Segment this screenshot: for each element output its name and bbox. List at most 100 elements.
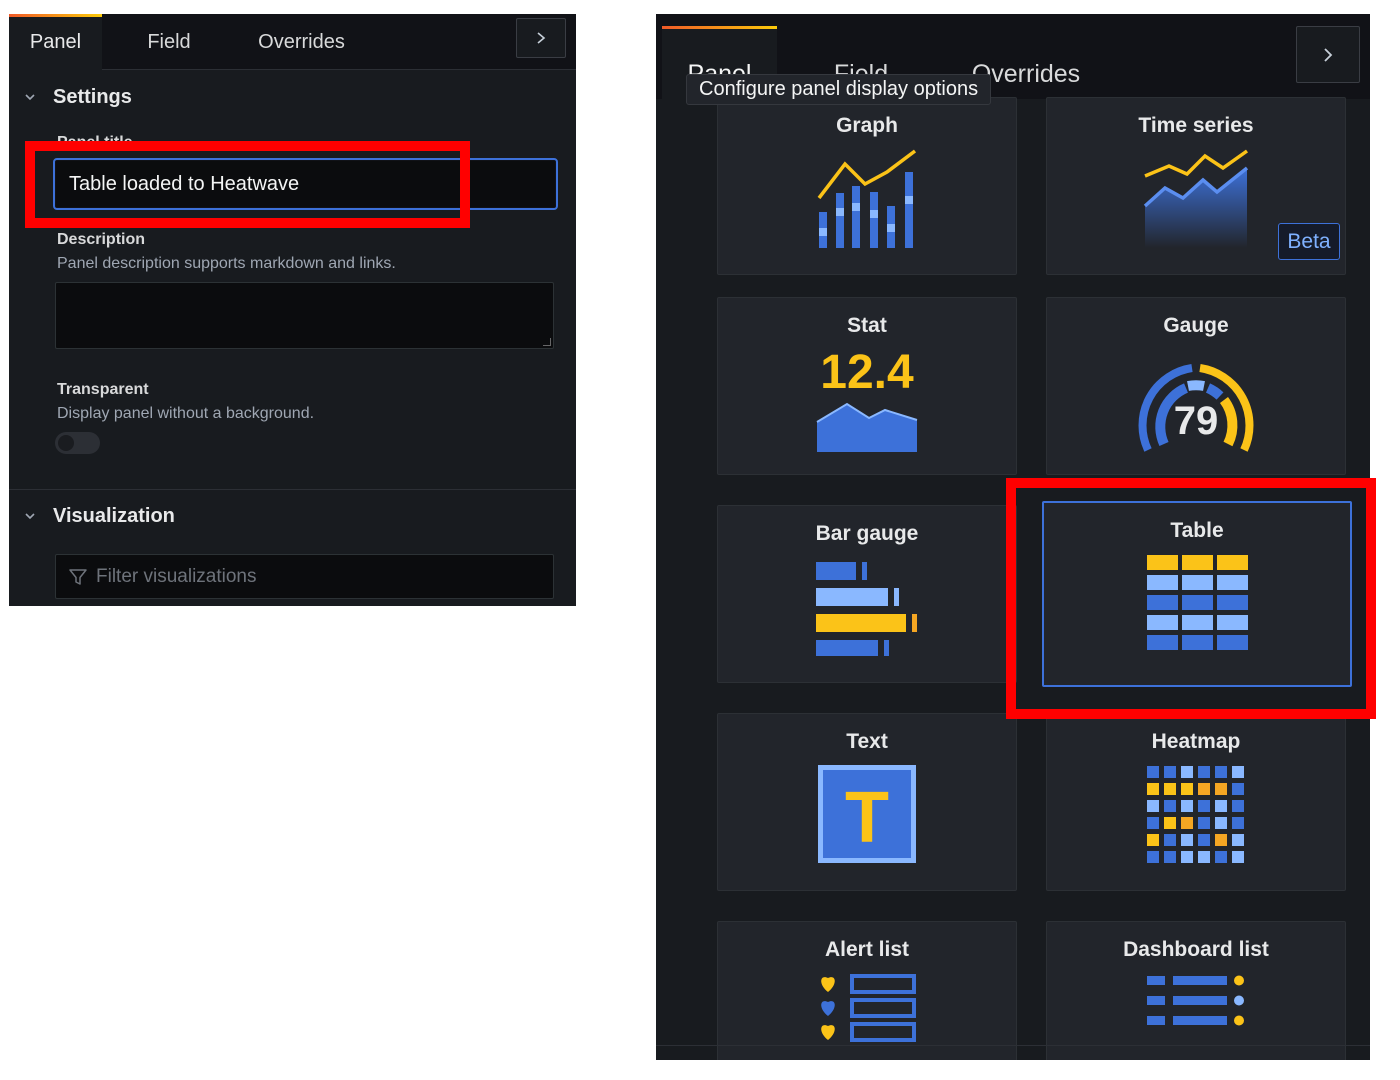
heatmap-cell: [1147, 766, 1159, 778]
viz-card-title: Alert list: [824, 938, 910, 961]
viz-card-stat[interactable]: Stat 12.4: [717, 297, 1017, 475]
heatmap-cell: [1198, 817, 1210, 829]
gauge-icon: 79: [1138, 364, 1254, 452]
resize-handle-icon[interactable]: [543, 338, 551, 346]
heatmap-cell: [1215, 834, 1227, 846]
viz-card-title: Bar gauge: [815, 522, 919, 545]
viz-card-title: Heatmap: [1151, 730, 1241, 753]
tab-overrides[interactable]: Overrides: [244, 14, 359, 70]
settings-heading: Settings: [53, 85, 132, 108]
collapse-options-button[interactable]: [1296, 26, 1360, 83]
heatmap-cell: [1181, 851, 1193, 863]
heatmap-cell: [1164, 851, 1176, 863]
graph-icon: [817, 149, 917, 248]
heatmap-cell: [1215, 783, 1227, 795]
visualization-picker: Graph Time series Beta Stat 12.4 Gauge 7…: [656, 97, 1370, 1060]
viz-card-gauge[interactable]: Gauge 79: [1046, 297, 1346, 475]
viz-card-table[interactable]: Table: [1042, 501, 1352, 687]
right-panel-editor: Panel Field Overrides Configure panel di…: [656, 14, 1370, 1060]
heatmap-cell: [1198, 766, 1210, 778]
heatmap-cell: [1181, 766, 1193, 778]
heatmap-cell: [1164, 766, 1176, 778]
tab-field[interactable]: Field: [124, 14, 214, 70]
heatmap-cell: [1181, 834, 1193, 846]
viz-card-graph[interactable]: Graph: [717, 97, 1017, 275]
heatmap-cell: [1164, 834, 1176, 846]
stat-value: 12.4: [820, 348, 914, 399]
viz-card-title: Text: [846, 730, 888, 753]
viz-card-dashboard-list[interactable]: Dashboard list: [1046, 921, 1346, 1060]
viz-card-title: Gauge: [1163, 314, 1229, 337]
heatmap-cell: [1198, 783, 1210, 795]
heatmap-cell: [1181, 800, 1193, 812]
heatmap-cell: [1147, 834, 1159, 846]
heatmap-cell: [1147, 800, 1159, 812]
text-glyph: T: [845, 778, 889, 858]
chevron-down-icon: [25, 94, 35, 101]
description-help-text: Panel description supports markdown and …: [57, 255, 396, 272]
heatmap-cell: [1232, 800, 1244, 812]
table-icon: [1147, 555, 1248, 650]
filter-visualizations-input[interactable]: [96, 565, 516, 588]
section-divider: [9, 489, 576, 490]
heatmap-cell: [1215, 817, 1227, 829]
panel-title-value: Table loaded to Heatwave: [69, 172, 300, 195]
tooltip: Configure panel display options: [686, 74, 992, 105]
viz-card-alert-list[interactable]: Alert list: [717, 921, 1017, 1060]
heatmap-cell: [1147, 817, 1159, 829]
heatmap-cell: [1198, 851, 1210, 863]
chevron-right-icon: [1324, 47, 1333, 62]
heatmap-cell: [1164, 783, 1176, 795]
heatmap-icon: [1147, 766, 1244, 863]
heatmap-cell: [1232, 851, 1244, 863]
heatmap-cell: [1232, 834, 1244, 846]
transparent-label: Transparent: [57, 381, 149, 398]
heatmap-cell: [1147, 783, 1159, 795]
transparent-toggle[interactable]: [55, 432, 100, 454]
gauge-value: 79: [1174, 399, 1219, 443]
heatmap-cell: [1232, 817, 1244, 829]
alert-list-icon: [821, 974, 916, 1042]
viz-card-title: Time series: [1138, 114, 1254, 137]
panel-title-label: Panel title: [57, 134, 133, 151]
text-icon: T: [818, 765, 916, 863]
heatmap-cell: [1215, 851, 1227, 863]
visualization-heading: Visualization: [53, 504, 175, 527]
heatmap-cell: [1198, 834, 1210, 846]
chevron-right-icon: [537, 32, 546, 44]
description-label: Description: [57, 231, 146, 248]
tab-panel[interactable]: Panel: [9, 14, 102, 70]
collapse-options-button[interactable]: [516, 18, 566, 58]
viz-card-title: Dashboard list: [1123, 938, 1269, 961]
heatmap-cell: [1181, 783, 1193, 795]
panel-title-input[interactable]: Table loaded to Heatwave: [53, 158, 558, 210]
viz-card-bar-gauge[interactable]: Bar gauge: [717, 505, 1017, 683]
heatmap-cell: [1198, 800, 1210, 812]
visualization-section-header[interactable]: Visualization: [23, 501, 175, 531]
heatmap-cell: [1232, 783, 1244, 795]
viz-card-text[interactable]: Text T: [717, 713, 1017, 891]
transparent-help-text: Display panel without a background.: [57, 405, 315, 422]
bottom-divider: [656, 1045, 1370, 1046]
left-panel-editor: Panel Field Overrides Settings Panel tit…: [9, 14, 576, 606]
viz-card-heatmap[interactable]: Heatmap: [1046, 713, 1346, 891]
viz-card-title: Graph: [836, 114, 898, 137]
description-textarea[interactable]: [55, 282, 554, 349]
viz-card-title: Table: [1170, 519, 1224, 542]
beta-badge: Beta: [1278, 223, 1340, 260]
heatmap-cell: [1215, 800, 1227, 812]
heatmap-cell: [1215, 766, 1227, 778]
filter-icon: [69, 568, 87, 585]
heatmap-cell: [1164, 817, 1176, 829]
time-series-icon: [1143, 149, 1249, 248]
viz-card-time-series[interactable]: Time series Beta: [1046, 97, 1346, 275]
bar-gauge-icon: [816, 562, 917, 656]
chevron-down-icon: [25, 513, 35, 520]
heatmap-cell: [1181, 817, 1193, 829]
heatmap-cell: [1232, 766, 1244, 778]
settings-section-header[interactable]: Settings: [23, 82, 132, 112]
dashboard-list-icon: [1147, 975, 1244, 1026]
heatmap-cell: [1164, 800, 1176, 812]
stat-icon: 12.4: [816, 348, 918, 452]
filter-visualizations-field[interactable]: [55, 554, 554, 599]
